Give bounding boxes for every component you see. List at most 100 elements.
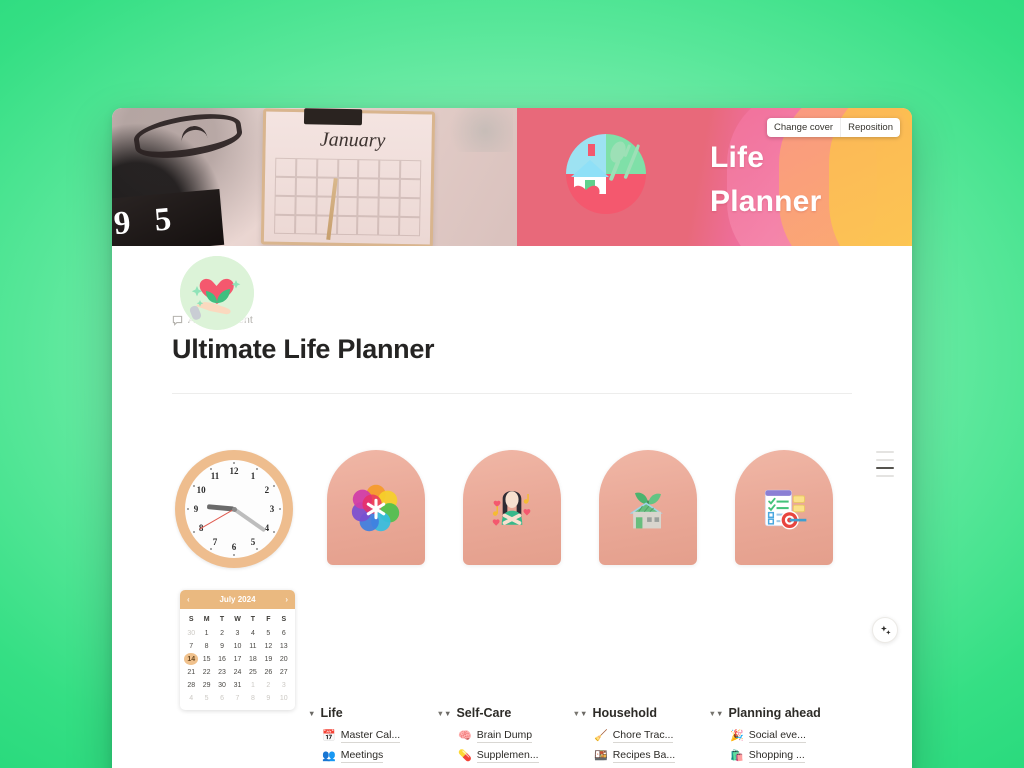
calendar-day[interactable]: 22 bbox=[199, 666, 213, 678]
group-menu-chevron-icon[interactable]: ▼ bbox=[437, 709, 444, 718]
calendar-day[interactable]: 16 bbox=[215, 653, 229, 665]
group-menu-chevron-icon[interactable]: ▼ bbox=[709, 709, 716, 718]
calendar-day[interactable]: 13 bbox=[277, 640, 291, 652]
calendar-day[interactable]: 19 bbox=[261, 653, 275, 665]
calendar-day[interactable]: 5 bbox=[199, 692, 213, 704]
calendar-weekday-header: M bbox=[203, 616, 210, 624]
calendar-day[interactable]: 21 bbox=[184, 666, 198, 678]
calendar-day[interactable]: 9 bbox=[261, 692, 275, 704]
calendar-day[interactable]: 26 bbox=[261, 666, 275, 678]
reposition-button[interactable]: Reposition bbox=[840, 118, 900, 137]
calendar-day[interactable]: 29 bbox=[199, 679, 213, 691]
toc-bar[interactable] bbox=[876, 451, 894, 453]
calendar-day[interactable]: 11 bbox=[246, 640, 260, 652]
calendar-day[interactable]: 10 bbox=[277, 692, 291, 704]
toc-bar[interactable] bbox=[876, 459, 894, 461]
mini-calendar-widget[interactable]: ‹ July 2024 › S M T W T F S 30 1 2 3 4 5 6 7 8 9 10 11 12 13… bbox=[180, 590, 295, 711]
toc-bar[interactable] bbox=[876, 475, 894, 477]
calendar-day[interactable]: 30 bbox=[184, 627, 198, 639]
calendar-weekday-header: W bbox=[234, 616, 241, 624]
group-title: Self-Care bbox=[456, 706, 512, 721]
page-link-row[interactable]: 🧠 Brain Dump bbox=[444, 726, 580, 746]
illustration-card-planning[interactable] bbox=[735, 450, 833, 566]
ai-assistant-button[interactable] bbox=[872, 617, 898, 643]
calendar-day[interactable]: 2 bbox=[215, 627, 229, 639]
sparkles-icon bbox=[880, 625, 891, 635]
table-of-contents-rail[interactable] bbox=[876, 451, 894, 477]
page-title[interactable]: Ultimate Life Planner bbox=[172, 334, 852, 365]
link-group-household: ▼Household▼🧹Chore Trac...🍱Recipes Ba...🍲… bbox=[580, 706, 716, 768]
desktop-backdrop: 9 5 January Life Planner Change cover Re… bbox=[0, 0, 1024, 768]
page-link-label: Recipes Ba... bbox=[612, 749, 676, 764]
calendar-day[interactable]: 25 bbox=[246, 666, 260, 678]
calendar-day[interactable]: 23 bbox=[215, 666, 229, 678]
page-link-row[interactable]: 👥 Meetings bbox=[308, 746, 444, 766]
page-link-row[interactable]: 💊 Supplemen... bbox=[444, 746, 580, 766]
link-group-planning-ahead: ▼ Planning ahead 🎉 Social eve... 🛍️ Shopping … bbox=[716, 706, 852, 768]
calendar-day[interactable]: 30 bbox=[215, 679, 229, 691]
calendar-day[interactable]: 18 bbox=[246, 653, 260, 665]
calendar-day[interactable]: 6 bbox=[215, 692, 229, 704]
calendar-day[interactable]: 1 bbox=[246, 679, 260, 691]
calendar-day[interactable]: 8 bbox=[246, 692, 260, 704]
page-cover[interactable]: 9 5 January Life Planner Change cover Re… bbox=[112, 108, 912, 246]
calendar-day[interactable]: 1 bbox=[199, 627, 213, 639]
page-icon[interactable] bbox=[180, 256, 254, 330]
group-heading[interactable]: ▼ Life ▼ bbox=[308, 706, 444, 720]
clock-number: 7 bbox=[212, 536, 218, 547]
illustration-card-self-care[interactable] bbox=[463, 450, 561, 566]
calendar-day[interactable]: 3 bbox=[277, 679, 291, 691]
calendar-day[interactable]: 15 bbox=[199, 653, 213, 665]
chevron-down-icon[interactable]: ▼ bbox=[716, 709, 723, 718]
group-heading[interactable]: ▼ Planning ahead bbox=[716, 706, 852, 720]
calendar-day[interactable]: 28 bbox=[184, 679, 198, 691]
calendar-day[interactable]: 12 bbox=[261, 640, 275, 652]
calendar-day[interactable]: 10 bbox=[230, 640, 244, 652]
clock-number: 9 bbox=[193, 504, 199, 515]
calendar-day[interactable]: 17 bbox=[230, 653, 244, 665]
page-link-label: Meetings bbox=[340, 749, 384, 764]
chevron-down-icon[interactable]: ▼ bbox=[444, 709, 451, 718]
cover-actions[interactable]: Change cover Reposition bbox=[766, 118, 900, 137]
clock-tick bbox=[187, 508, 189, 511]
page-link-row[interactable]: 📅 Master Cal... bbox=[308, 726, 444, 746]
calendar-day[interactable]: 3 bbox=[230, 627, 244, 639]
page-link-row[interactable]: 🎉 Social eve... bbox=[716, 726, 852, 746]
change-cover-button[interactable]: Change cover bbox=[767, 118, 840, 137]
calendar-day[interactable]: 6 bbox=[277, 627, 291, 639]
illustration-card-household[interactable] bbox=[599, 450, 697, 566]
broom-icon: 🧹 bbox=[594, 729, 608, 742]
calendar-day[interactable]: 14 bbox=[184, 653, 199, 666]
widgets-row: 121234567891011 ‹ July 2024 › SMTWTFS301… bbox=[172, 450, 852, 711]
calendar-day[interactable]: 31 bbox=[230, 679, 244, 691]
checklist-target-icon bbox=[764, 489, 807, 529]
shopping-bags-icon: 🛍️ bbox=[730, 749, 744, 762]
calendar-prev-button[interactable]: ‹ bbox=[187, 595, 190, 604]
calendar-day[interactable]: 9 bbox=[215, 640, 229, 652]
page-link-row[interactable]: 🍱 Recipes Ba... bbox=[580, 746, 716, 766]
calendar-day[interactable]: 7 bbox=[230, 692, 244, 704]
clock-tick bbox=[210, 547, 212, 550]
group-heading[interactable]: ▼ Self-Care ▼ bbox=[444, 706, 580, 720]
chevron-down-icon[interactable]: ▼ bbox=[580, 709, 587, 718]
clock-bezel: 121234567891011 bbox=[175, 450, 293, 569]
calendar-day[interactable]: 4 bbox=[246, 627, 260, 639]
page-link-row[interactable]: 🧹 Chore Trac... bbox=[580, 726, 716, 746]
calendar-day[interactable]: 2 bbox=[261, 679, 275, 691]
calendar-day[interactable]: 24 bbox=[230, 666, 244, 678]
calendar-day[interactable]: 5 bbox=[261, 627, 275, 639]
chevron-down-icon[interactable]: ▼ bbox=[308, 709, 315, 718]
illustration-card-life[interactable] bbox=[327, 450, 425, 566]
calendar-next-button[interactable]: › bbox=[285, 595, 288, 604]
clock-tick bbox=[272, 485, 275, 488]
toc-bar[interactable] bbox=[876, 467, 894, 469]
calendar-day[interactable]: 7 bbox=[184, 640, 198, 652]
page-link-row[interactable]: 🛍️ Shopping ... bbox=[716, 746, 852, 766]
group-heading[interactable]: ▼ Household ▼ bbox=[580, 706, 716, 720]
calendar-day[interactable]: 20 bbox=[277, 653, 291, 665]
group-menu-chevron-icon[interactable]: ▼ bbox=[573, 709, 580, 718]
calendar-day[interactable]: 27 bbox=[277, 666, 291, 678]
calendar-day[interactable]: 4 bbox=[184, 692, 198, 704]
calendar-grid[interactable]: S M T W T F S 30 1 2 3 4 5 6 7 8 9 10 11 12 13 14 15 16 17 18 19 20… bbox=[180, 609, 295, 710]
calendar-day[interactable]: 8 bbox=[199, 640, 213, 652]
